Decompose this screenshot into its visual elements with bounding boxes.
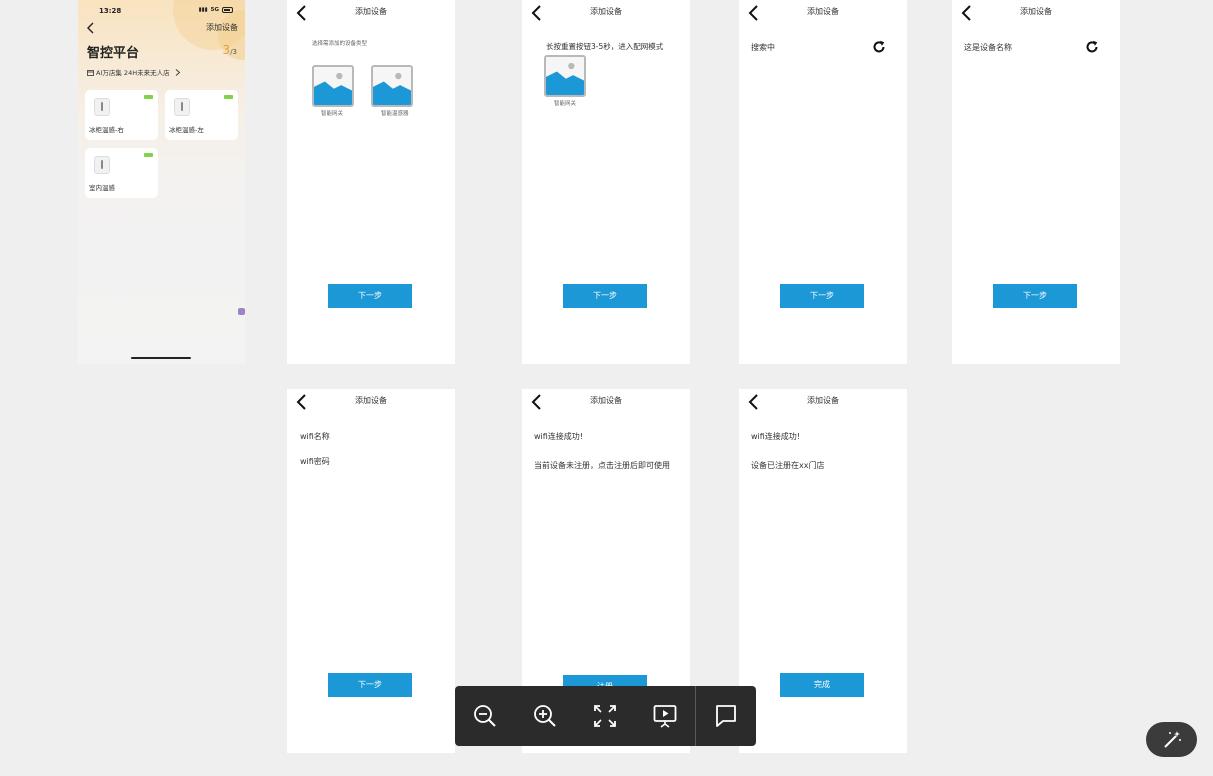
- status-text: 搜索中: [751, 43, 775, 52]
- refresh-icon[interactable]: [1085, 40, 1099, 54]
- screen-reset: 添加设备 长按重置按钮3-5秒，进入配网模式 智能网关 下一步: [522, 0, 690, 364]
- device-card[interactable]: 室内温感: [85, 148, 158, 198]
- screen-title: 添加设备: [355, 396, 387, 405]
- device-card[interactable]: 冰柜温感-左: [165, 90, 238, 140]
- page-title: 智控平台: [87, 46, 140, 61]
- status-bar-icons: ▮▮▮ 5G: [199, 7, 233, 13]
- fit-screen-icon: [594, 705, 616, 727]
- next-button[interactable]: 下一步: [328, 673, 412, 697]
- screen-title: 添加设备: [590, 396, 622, 405]
- next-button[interactable]: 下一步: [563, 284, 647, 308]
- screen-wifi: 添加设备 wifi名称 wifi密码 下一步: [287, 389, 455, 753]
- screen-title: 添加设备: [355, 7, 387, 16]
- image-placeholder-icon[interactable]: [312, 65, 354, 107]
- chevron-right-icon: [175, 68, 180, 76]
- fit-screen-button[interactable]: [575, 686, 635, 746]
- screen-title: 添加设备: [590, 7, 622, 16]
- viewer-toolbar: [455, 686, 756, 746]
- option-label: 智能网关: [321, 111, 344, 117]
- add-device-link[interactable]: 添加设备: [206, 22, 238, 33]
- screen-title: 添加设备: [807, 7, 839, 16]
- device-label: 冰柜温感-左: [169, 126, 204, 134]
- success-text: wifi连接成功!: [751, 432, 801, 441]
- option-label: 智能网关: [554, 101, 577, 107]
- screen-device-name: 添加设备 这是设备名称 下一步: [952, 0, 1120, 364]
- hint-text: 长按重置按钮3-5秒，进入配网模式: [546, 42, 664, 51]
- screen-title: 添加设备: [1020, 7, 1052, 16]
- comment-icon: [716, 705, 736, 727]
- battery-badge: [144, 153, 153, 157]
- screen-title: 添加设备: [807, 396, 839, 405]
- device-card[interactable]: 冰柜温感-右: [85, 90, 158, 140]
- present-button[interactable]: [635, 686, 695, 746]
- hint-text: 选择需添加的设备类型: [312, 41, 368, 47]
- home-screen[interactable]: 13:28 ▮▮▮ 5G 添加设备 智控平台 3/3 AI万店集 24H未来无人…: [78, 0, 245, 364]
- register-hint: 当前设备未注册，点击注册后即可使用: [534, 461, 670, 470]
- battery-badge: [144, 95, 153, 99]
- option-label: 智能温感器: [381, 111, 409, 117]
- device-count-total: /3: [230, 48, 237, 56]
- prototype-canvas: 13:28 ▮▮▮ 5G 添加设备 智控平台 3/3 AI万店集 24H未来无人…: [0, 0, 1213, 776]
- floating-assistant-icon[interactable]: [238, 308, 245, 315]
- zoom-out-icon: [474, 705, 496, 727]
- device-count: 3/3: [223, 43, 237, 57]
- screen-registered: 添加设备 wifi连接成功! 设备已注册在xx门店 完成: [739, 389, 907, 753]
- registered-store-text: 设备已注册在xx门店: [751, 461, 825, 470]
- next-button[interactable]: 下一步: [780, 284, 864, 308]
- ai-magic-button[interactable]: [1146, 722, 1197, 757]
- network-label: 5G: [210, 7, 219, 13]
- comment-button[interactable]: [696, 686, 756, 746]
- device-label: 室内温感: [89, 184, 115, 192]
- refresh-icon[interactable]: [872, 40, 886, 54]
- next-button[interactable]: 下一步: [993, 284, 1077, 308]
- next-button[interactable]: 下一步: [328, 284, 412, 308]
- device-label: 冰柜温感-右: [89, 126, 124, 134]
- success-text: wifi连接成功!: [534, 432, 584, 441]
- device-name-text: 这是设备名称: [964, 43, 1012, 52]
- present-icon: [653, 705, 677, 728]
- signal-icon: ▮▮▮: [198, 7, 208, 13]
- image-placeholder-icon[interactable]: [544, 55, 586, 97]
- done-button[interactable]: 完成: [780, 673, 864, 697]
- battery-icon: [222, 7, 233, 13]
- screen-select-type: 添加设备 选择需添加的设备类型 智能网关 智能温感器 下一步: [287, 0, 455, 364]
- battery-badge: [224, 95, 233, 99]
- status-time: 13:28: [99, 7, 122, 15]
- wifi-name-field[interactable]: wifi名称: [300, 431, 330, 442]
- back-icon[interactable]: [86, 22, 96, 34]
- store-icon: [87, 69, 94, 76]
- zoom-in-button[interactable]: [515, 686, 575, 746]
- thermometer-icon: [174, 98, 190, 116]
- magic-wand-icon: [1163, 730, 1181, 748]
- store-name: AI万店集 24H未来无人店: [96, 69, 170, 77]
- zoom-out-button[interactable]: [455, 686, 515, 746]
- thermometer-icon: [94, 156, 110, 174]
- zoom-in-icon: [534, 705, 556, 727]
- home-indicator: [131, 357, 191, 359]
- wifi-password-field[interactable]: wifi密码: [300, 456, 330, 467]
- store-selector[interactable]: AI万店集 24H未来无人店: [87, 67, 181, 77]
- thermometer-icon: [94, 98, 110, 116]
- screen-searching: 添加设备 搜索中 下一步: [739, 0, 907, 364]
- image-placeholder-icon[interactable]: [371, 65, 413, 107]
